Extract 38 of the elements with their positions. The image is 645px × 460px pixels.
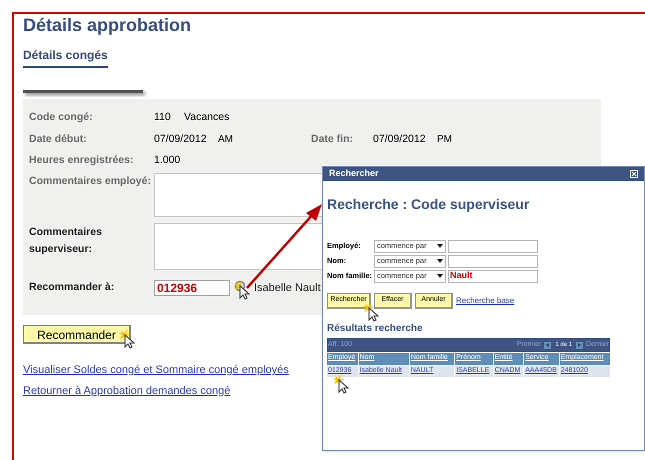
previous-icon[interactable] <box>544 342 552 348</box>
criterion-field[interactable] <box>448 240 538 252</box>
cursor-icon <box>333 374 351 394</box>
field-label: Date fin: <box>311 132 354 147</box>
next-icon[interactable] <box>576 342 584 348</box>
cursor-icon <box>119 329 137 349</box>
basic-search-link[interactable]: Recherche base <box>456 295 514 307</box>
field-value: 1.000 <box>154 153 180 168</box>
field-value: AM <box>218 133 234 147</box>
criterion-field[interactable]: Nault <box>448 270 538 282</box>
field-label: Commentaires superviseur: <box>29 225 103 257</box>
field-label: Date début: <box>29 132 88 147</box>
close-icon[interactable] <box>630 170 638 178</box>
page-title: Détails approbation <box>23 14 192 36</box>
field-label: Commentaires employé: <box>29 174 152 189</box>
field-label: Code congé: <box>29 110 94 125</box>
dialog-title: Rechercher <box>329 167 379 180</box>
recommend-button[interactable]: Recommander <box>23 325 131 344</box>
link[interactable]: Visualiser Soldes congé et Sommaire congé employés <box>23 362 289 378</box>
field-value: PM <box>437 133 452 147</box>
field-value: Vacances <box>184 110 230 125</box>
results-heading: Résultats recherche <box>327 322 424 336</box>
field-value: 07/09/2012 <box>373 132 427 147</box>
criterion-field[interactable] <box>448 254 538 268</box>
link[interactable]: Retourner à Approbation demandes congé <box>23 382 230 399</box>
dialog-heading: Recherche : Code superviseur <box>327 195 530 214</box>
field-value: 07/09/2012 <box>154 132 208 147</box>
section-tab[interactable]: Détails congés <box>23 46 108 68</box>
caret-icon <box>437 244 443 248</box>
field-value: 110 <box>154 110 172 125</box>
caret-icon <box>437 259 443 263</box>
field-label: Heures enregistrées: <box>29 153 134 168</box>
employee-name: Isabelle Nault <box>254 281 321 296</box>
cursor-icon <box>363 302 381 322</box>
supervisor-code-field[interactable]: 012936 <box>154 280 230 296</box>
caret-icon <box>437 274 443 278</box>
cursor-icon <box>234 280 252 300</box>
field-label: Recommander à: <box>29 280 116 295</box>
